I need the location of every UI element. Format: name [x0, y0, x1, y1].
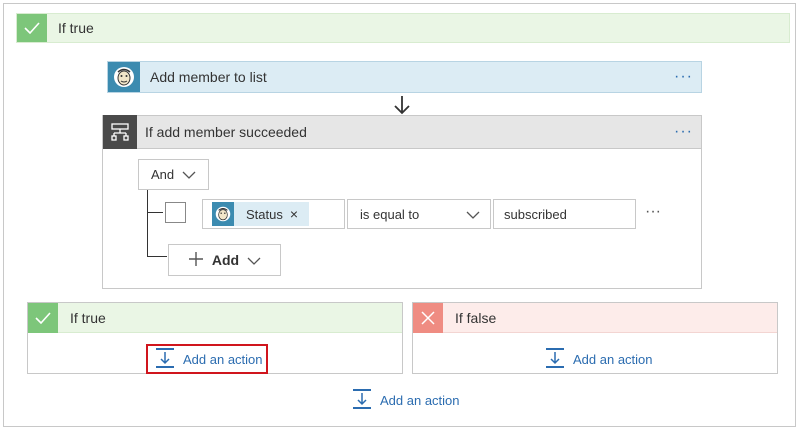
- condition-card-header[interactable]: If add member succeeded ···: [102, 115, 702, 149]
- row-more-icon[interactable]: ···: [645, 203, 661, 221]
- highlight-box: [146, 344, 268, 374]
- plus-icon: [188, 251, 204, 270]
- add-action-icon: [352, 389, 372, 412]
- add-action-icon: [545, 348, 565, 371]
- action-card-add-member[interactable]: Add member to list ···: [107, 61, 702, 93]
- mailchimp-icon: [212, 202, 234, 226]
- status-token-label: Status: [246, 206, 283, 222]
- right-value-field[interactable]: subscribed: [493, 199, 636, 229]
- if-true-branch-label: If true: [70, 309, 106, 326]
- chevron-down-icon: [466, 207, 480, 222]
- token-remove-icon[interactable]: ×: [290, 206, 298, 222]
- condition-icon: [103, 115, 137, 149]
- status-token[interactable]: Status ×: [212, 202, 309, 226]
- action-card-title: Add member to list: [150, 69, 267, 85]
- check-icon: [28, 302, 58, 333]
- add-condition-button[interactable]: Add: [168, 244, 281, 276]
- chevron-down-icon: [247, 252, 261, 268]
- if-true-branch-header[interactable]: If true: [28, 302, 402, 333]
- chevron-down-icon: [182, 167, 196, 182]
- outer-add-action-label: Add an action: [380, 393, 460, 408]
- operator-dropdown[interactable]: is equal to: [347, 199, 491, 229]
- group-operator-dropdown[interactable]: And: [138, 159, 209, 190]
- tree-line: [147, 256, 167, 257]
- row-checkbox[interactable]: [165, 202, 186, 223]
- condition-card-menu-icon[interactable]: ···: [674, 124, 693, 140]
- group-operator-value: And: [151, 167, 175, 182]
- add-condition-label: Add: [211, 252, 240, 268]
- mailchimp-icon: [108, 62, 140, 92]
- check-icon: [17, 14, 47, 42]
- if-false-branch-label: If false: [455, 309, 497, 326]
- action-card-menu-icon[interactable]: ···: [674, 69, 693, 85]
- tree-line: [147, 212, 163, 213]
- close-icon: [413, 302, 443, 333]
- operator-value: is equal to: [360, 206, 420, 222]
- tree-line: [147, 190, 148, 256]
- outer-if-true-header[interactable]: If true: [16, 13, 790, 43]
- if-false-branch-header[interactable]: If false: [413, 302, 777, 333]
- outer-add-action-button[interactable]: Add an action: [352, 389, 460, 412]
- if-false-add-action-button[interactable]: Add an action: [545, 348, 653, 371]
- condition-card-title: If add member succeeded: [145, 124, 307, 140]
- if-false-add-action-label: Add an action: [573, 352, 653, 367]
- outer-if-true-label: If true: [58, 20, 94, 36]
- right-value-text: subscribed: [504, 206, 567, 222]
